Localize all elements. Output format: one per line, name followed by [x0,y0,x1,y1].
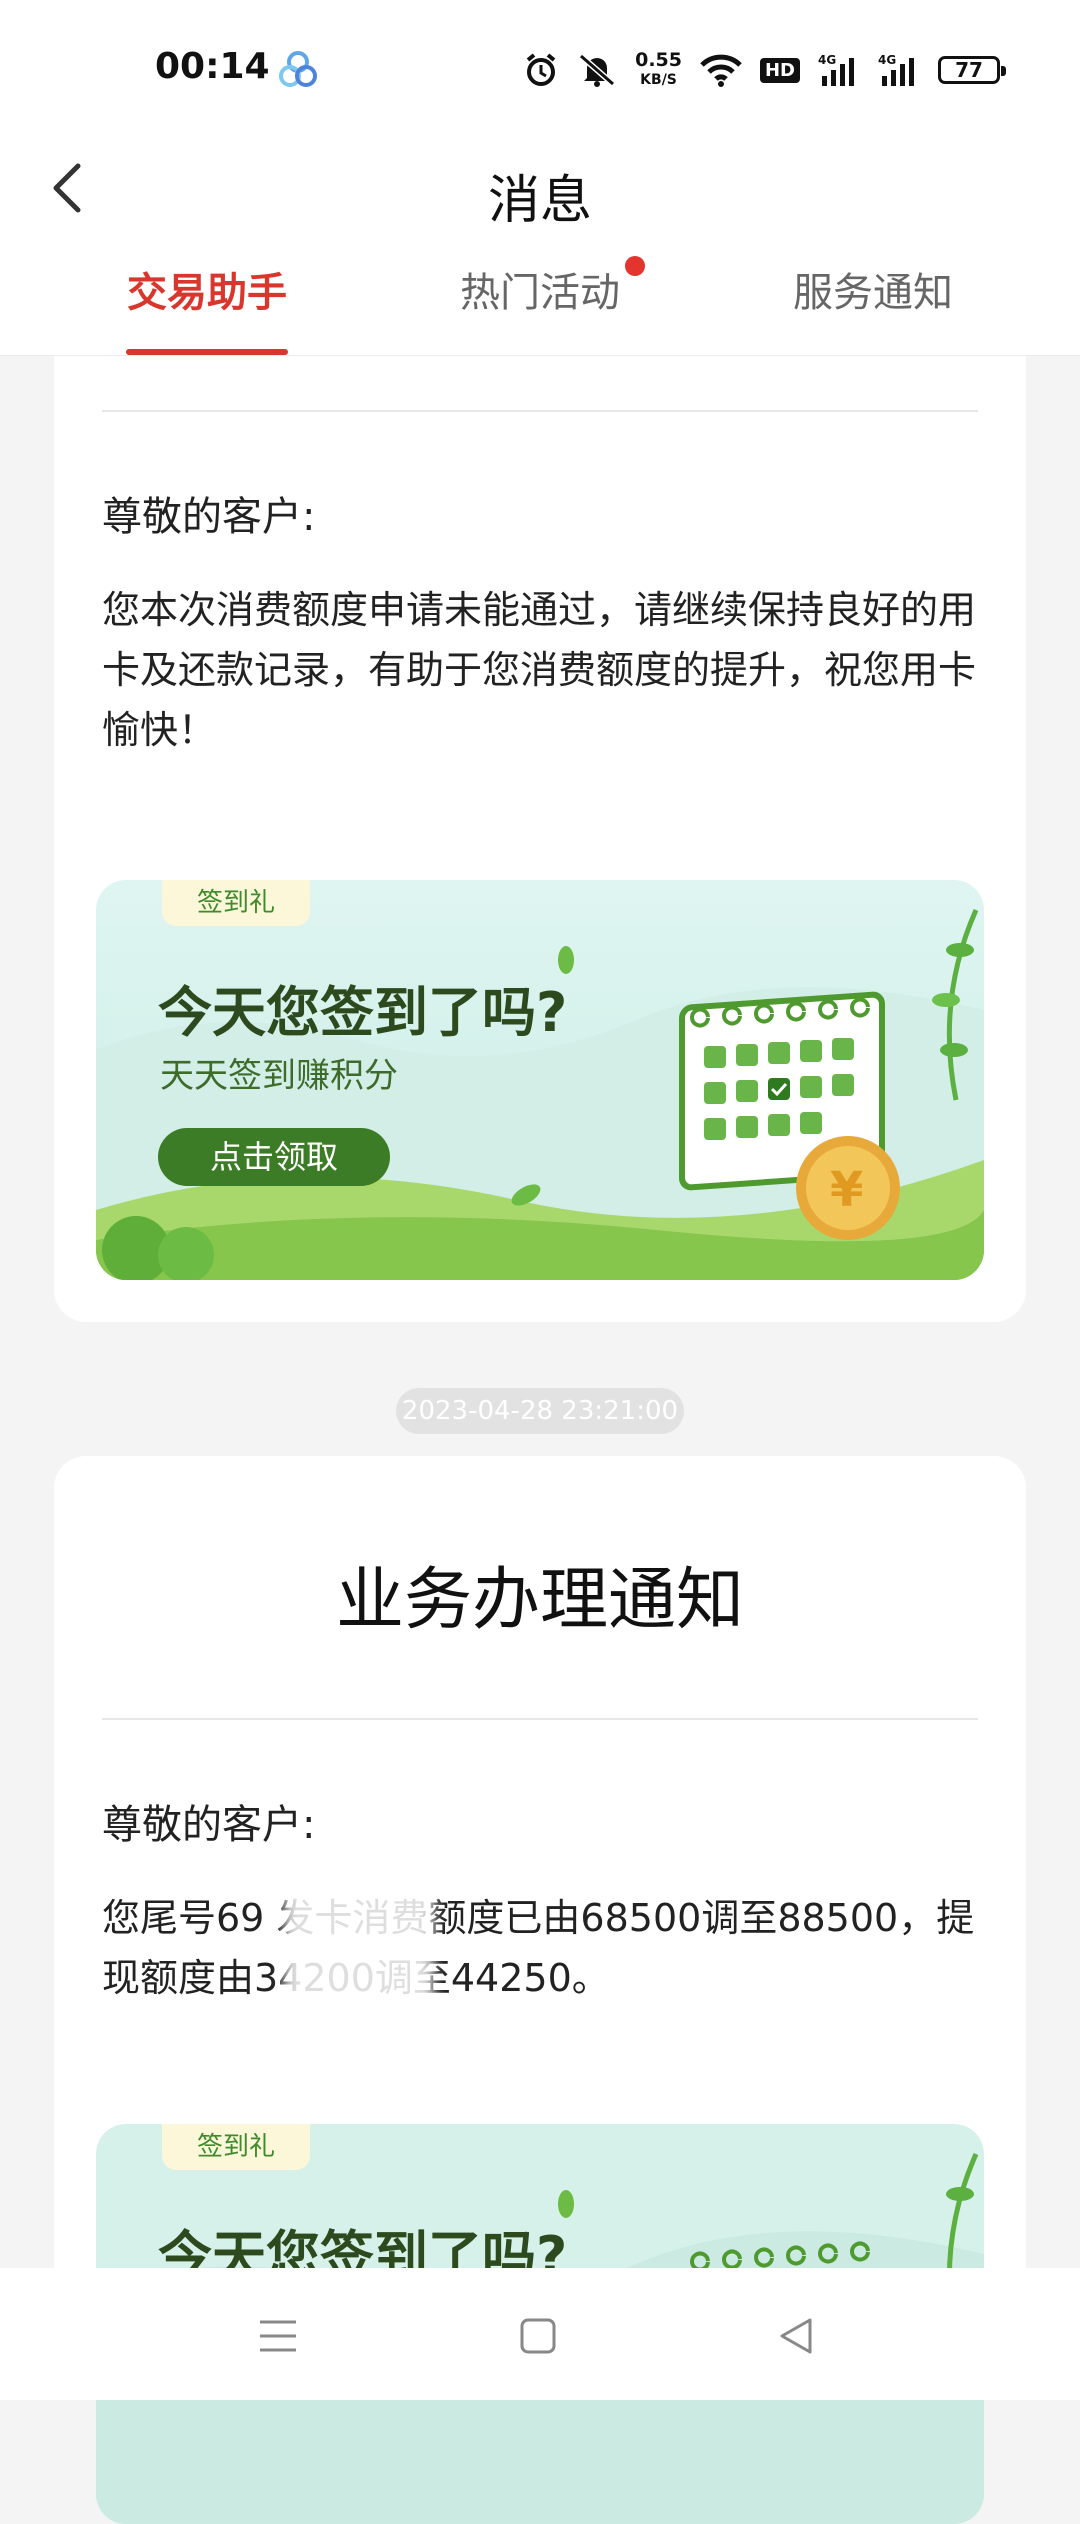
tab-active-indicator [126,349,288,355]
svg-text:4G: 4G [878,53,896,67]
signal-icon: 4G [818,48,860,92]
banner-headline: 今天您签到了吗? [158,981,568,1044]
tab-label: 热门活动 [460,270,620,316]
tab-hot-activities[interactable]: 热门活动 [459,256,645,355]
system-nav-bar [0,2268,1080,2400]
banner-tag: 签到礼 [162,2124,310,2170]
wifi-icon [700,48,742,92]
tab-label: 服务通知 [793,270,953,316]
message-title: 业务办理通知 [335,1561,744,1640]
menu-button[interactable] [248,2306,308,2366]
home-button[interactable] [508,2306,568,2366]
banner-subtitle: 天天签到赚积分 [160,1056,398,1096]
tab-trade-assistant[interactable]: 交易助手 [126,260,288,355]
alarm-icon [523,48,559,92]
app-badge-icon [276,48,320,92]
network-speed-unit: KB/S [640,72,677,88]
message-card: 尊敬的客户: 您本次消费额度申请未能通过，请继续保持良好的用卡及还款记录，有助于… [54,356,1026,1322]
header: 消息 交易助手 热门活动 服务通知 [0,140,1080,356]
message-body: 您本次消费额度申请未能通过，请继续保持良好的用卡及还款记录，有助于您消费额度的提… [102,588,977,752]
salutation: 尊敬的客户: [102,1802,316,1848]
tab-label: 交易助手 [127,270,287,316]
status-time: 00:14 [155,46,270,87]
checkin-banner[interactable]: ¥ 签到礼 今天您签到了吗? 天天签到赚积分 点击领取 [96,880,984,1280]
network-speed-value: 0.55 [635,49,682,71]
back-triangle-icon [780,2318,812,2354]
menu-icon [260,2320,296,2352]
unread-dot [625,256,645,276]
network-speed: 0.55 KB/S [635,50,682,90]
tab-bar: 交易助手 热门活动 服务通知 [0,256,1080,355]
message-body: 您尾号69 发卡消费额度已由68500调至88500，提现额度由34200调至4… [102,1896,975,2000]
back-nav-button[interactable] [766,2306,826,2366]
svg-text:¥: ¥ [830,1162,863,1218]
battery-icon: 77 [938,56,1006,84]
redaction-mask [284,1882,434,2012]
card-divider [102,410,978,412]
home-square-icon [520,2318,556,2354]
tab-service-notice[interactable]: 服务通知 [792,260,954,355]
hd-badge: HD [759,57,800,83]
page-title: 消息 [487,171,592,231]
signal-icon-2: 4G [878,48,920,92]
message-card: 业务办理通知 尊敬的客户: 您尾号69 发卡消费额度已由68500调至88500… [54,1456,1026,2524]
message-timestamp: 2023-04-28 23:21:00 [396,1388,684,1434]
status-icons: 0.55 KB/S HD 4G 4G 77 [523,46,1006,94]
mute-bell-icon [577,48,617,92]
svg-text:4G: 4G [818,53,836,67]
claim-button[interactable]: 点击领取 [158,1128,390,1186]
status-bar: 00:14 0.55 KB/S HD 4G 4G 77 [0,0,1080,140]
salutation: 尊敬的客户: [102,494,316,540]
banner-tag: 签到礼 [162,880,310,926]
card-divider [102,1718,978,1720]
